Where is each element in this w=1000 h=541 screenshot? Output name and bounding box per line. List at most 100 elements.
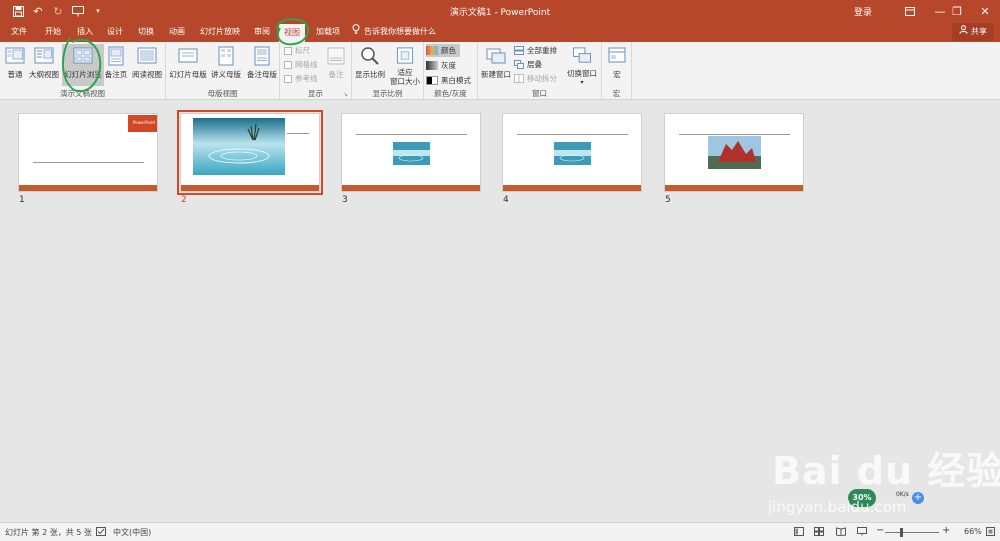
share-label: 共享 [971,27,987,36]
zoom-in-icon[interactable]: + [942,525,950,536]
switch-windows-button[interactable]: 切换窗口 ▾ [564,44,600,86]
cascade-icon [514,60,524,69]
color-swatch-icon [426,46,438,55]
notes-master-button[interactable]: 备注母版 [244,44,280,86]
slide-footer-bar [181,185,319,191]
normal-view-status-icon[interactable] [794,527,804,538]
slide-sorter-status-icon[interactable] [814,527,824,538]
language-status[interactable]: 中文(中国) [113,527,151,538]
new-window-icon [486,48,506,64]
fit-slide-icon[interactable] [986,527,995,538]
fit-to-window-button[interactable]: 适应 窗口大小 [388,44,422,86]
grayscale-option[interactable]: 灰度 [426,59,456,72]
group-presentation-views: 普通 大纲视图 幻灯片浏览 备注页 阅读视图 演示文稿视图 [0,42,166,100]
outline-view-button[interactable]: 大纲视图 [28,44,60,86]
group-master-views: 幻灯片母版 讲义母版 备注母版 母版视图 [166,42,280,100]
notes-icon [327,47,345,65]
slide-sorter-button[interactable]: 幻灯片浏览 [62,44,104,86]
slide-master-button[interactable]: 幻灯片母版 [168,44,208,86]
cascade-button[interactable]: 层叠 [514,58,542,71]
tab-insert[interactable]: 插入 [72,22,98,42]
ribbon-display-icon[interactable] [895,0,925,22]
group-window: 新建窗口 全部重排 层叠 移动拆分 切换窗口 ▾ 窗口 [478,42,602,100]
zoom-slider-track[interactable] [885,532,939,533]
tab-review[interactable]: 审阅 [249,22,275,42]
powerpoint-logo-box: PowerPoint [128,115,157,132]
tell-me-box[interactable]: 告诉我你想要做什么 [352,22,436,42]
notes-page-icon [108,46,124,66]
tab-animations[interactable]: 动画 [164,22,190,42]
normal-view-button[interactable]: 普通 [3,44,27,86]
slide-footer-bar [665,185,803,191]
group-label-color: 颜色/灰度 [434,89,467,98]
share-button[interactable]: 共享 [952,23,994,41]
restore-icon[interactable]: ❐ [942,0,972,22]
handout-master-button[interactable]: 讲义母版 [208,44,244,86]
arrange-all-icon [514,46,524,55]
tab-add-ins[interactable]: 加载项 [311,22,345,42]
magnifier-icon [361,47,379,65]
dialog-launcher-icon[interactable]: ↘ [343,91,348,98]
ribbon-tabs: 文件 开始 插入 设计 切换 动画 幻灯片放映 审阅 视图 加载项 告诉我你想要… [0,22,1000,42]
outline-view-icon [34,47,54,64]
tab-slide-show[interactable]: 幻灯片放映 [196,22,244,42]
slide-count-status: 幻灯片 第 2 张，共 5 张 [5,528,92,537]
slide-footer-bar [19,185,157,191]
zoom-out-icon[interactable]: − [876,525,884,536]
reading-view-status-icon[interactable] [836,527,846,538]
notes-toggle-button[interactable]: 备注 [324,44,348,86]
slideshow-status-icon[interactable] [857,527,867,538]
title-placeholder-line [517,134,628,135]
title-bar: ↶ ↻ ▾ 演示文稿1 - PowerPoint 登录 — ❐ ✕ [0,0,1000,22]
tab-view[interactable]: 视图 [279,24,305,42]
slide-sorter-icon [73,47,93,64]
macros-button[interactable]: 宏 [605,44,629,86]
arrange-all-button[interactable]: 全部重排 [514,44,557,57]
slide-number-2: 2 [181,195,187,205]
grayscale-swatch-icon [426,61,438,70]
tab-transitions[interactable]: 切换 [133,22,159,42]
switch-windows-icon [572,47,592,63]
slide-thumbnail-2[interactable] [177,110,323,195]
group-label-show: 显示 [308,89,323,98]
group-label-macros: 宏 [612,89,621,98]
status-bar: 幻灯片 第 2 张，共 5 张 中文(中国) − + 66% [0,522,1000,541]
title-placeholder-line [356,134,467,135]
tab-design[interactable]: 设计 [102,22,128,42]
guides-checkbox[interactable]: 参考线 [284,72,318,85]
close-icon[interactable]: ✕ [970,0,1000,22]
fit-window-icon [396,47,414,64]
slide-thumbnail-5[interactable] [664,113,804,192]
ruler-checkbox[interactable]: 标尺 [284,44,310,57]
notes-page-button[interactable]: 备注页 [104,44,128,86]
tab-home[interactable]: 开始 [40,22,66,42]
group-label-master-views: 母版视图 [207,89,238,98]
group-show: 标尺 网格线 参考线 备注 显示 ↘ [280,42,352,100]
group-label-presentation-views: 演示文稿视图 [60,89,105,98]
slide-thumbnail-1[interactable]: PowerPoint [18,113,158,192]
slide-thumbnail-4[interactable] [502,113,642,192]
new-window-button[interactable]: 新建窗口 [479,44,513,86]
watermark-brand: Bai du 经验 [772,449,1000,493]
title-placeholder-line [33,162,144,163]
slide-number-5: 5 [665,195,671,205]
zoom-slider-thumb[interactable] [900,528,904,537]
color-option[interactable]: 颜色 [426,44,460,57]
handout-master-icon [218,46,234,66]
zoom-percent[interactable]: 66% [964,527,982,536]
spelling-check-icon[interactable] [96,527,106,538]
reading-view-button[interactable]: 阅读视图 [129,44,165,86]
sign-in-link[interactable]: 登录 [854,5,872,18]
gridlines-checkbox[interactable]: 网格线 [284,58,318,71]
person-icon [959,23,968,41]
bw-swatch-icon [426,76,438,85]
zoom-button[interactable]: 显示比例 [353,44,387,86]
black-white-option[interactable]: 黑白模式 [426,74,471,87]
pool-image-small [393,142,430,165]
watermark-url: jingyan.baidu.com [768,498,907,516]
lightbulb-icon [352,22,360,42]
tab-file[interactable]: 文件 [6,22,32,42]
move-split-button[interactable]: 移动拆分 [514,72,557,85]
slide-number-1: 1 [19,195,25,205]
slide-thumbnail-3[interactable] [341,113,481,192]
